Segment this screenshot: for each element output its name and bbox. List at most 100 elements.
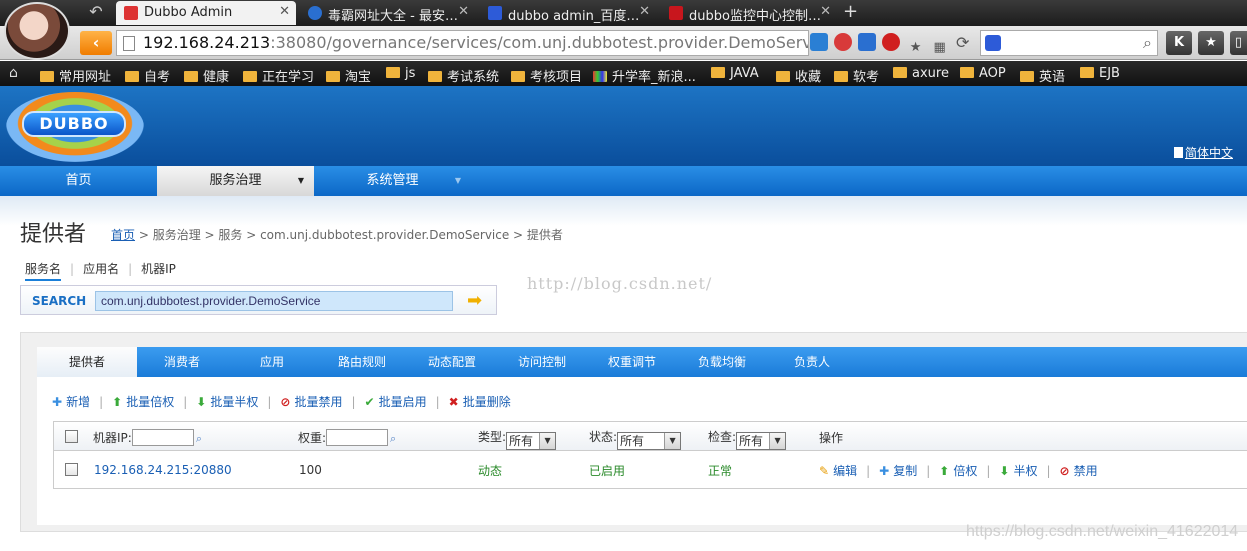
bookmark-item[interactable]: 自考 xyxy=(125,66,170,85)
folder-icon xyxy=(184,71,198,82)
disable-button[interactable]: ⊘ 禁用 xyxy=(1060,464,1098,478)
table-header: 机器IP: ⌕ 权重: ⌕ 类型: 所有 ▼ 状态: 所有 ▼ 检查: 所有 ▼ 操作 xyxy=(54,422,1247,451)
arrow-right-icon[interactable]: ➡ xyxy=(467,290,482,311)
history-back-icon[interactable]: ↶ xyxy=(84,2,108,22)
type-select[interactable]: 所有 ▼ xyxy=(506,432,557,450)
select-all-checkbox[interactable] xyxy=(65,430,78,443)
close-tab-icon[interactable]: ✕ xyxy=(458,4,469,19)
address-toolbar: ‹ 192.168.24.213:38080/governance/servic… xyxy=(0,26,1247,60)
tab-dubbo-monitor[interactable]: dubbo监控中心控制… ✕ xyxy=(661,1,837,25)
bookmark-item[interactable]: EJB xyxy=(1080,66,1120,81)
qr-icon[interactable]: ▦ xyxy=(931,39,949,57)
search-tab-ip[interactable]: 机器IP xyxy=(141,260,176,277)
user-avatar[interactable] xyxy=(4,2,70,60)
bookmark-item[interactable]: 英语 xyxy=(1020,66,1065,85)
search-input[interactable]: com.unj.dubbotest.provider.DemoService xyxy=(95,291,453,311)
search-icon[interactable]: ⌕ xyxy=(1143,33,1152,53)
bookmark-item[interactable]: 淘宝 xyxy=(326,66,371,85)
tab-owners[interactable]: 负责人 xyxy=(767,347,857,377)
status-select[interactable]: 所有 ▼ xyxy=(617,432,682,450)
tab-baidu[interactable]: dubbo admin_百度… ✕ xyxy=(480,1,656,25)
folder-icon xyxy=(40,71,54,82)
tab-routes[interactable]: 路由规则 xyxy=(317,347,407,377)
bookmark-item[interactable]: 常用网址 xyxy=(40,66,111,85)
bookmark-item[interactable]: 升学率_新浪... xyxy=(593,66,696,85)
bookmark-item[interactable]: JAVA xyxy=(711,66,759,81)
extension-icon[interactable] xyxy=(810,33,828,51)
language-link[interactable]: 简体中文 xyxy=(1173,144,1233,161)
browser-search-input[interactable]: ⌕ xyxy=(980,30,1158,56)
folder-icon xyxy=(386,67,400,78)
search-tab-application[interactable]: 应用名 xyxy=(83,260,119,277)
tab-weights[interactable]: 权重调节 xyxy=(587,347,677,377)
bookmark-item[interactable]: 收藏 xyxy=(776,66,821,85)
arrow-up-icon: ⬆ xyxy=(112,395,123,409)
bookmark-item[interactable]: 正在学习 xyxy=(243,66,314,85)
check-select[interactable]: 所有 ▼ xyxy=(736,432,787,450)
folder-icon xyxy=(326,71,340,82)
back-button[interactable]: ‹ xyxy=(80,31,112,55)
tab-applications[interactable]: 应用 xyxy=(227,347,317,377)
favorites-star-icon[interactable]: ★ xyxy=(1198,31,1224,55)
arrow-down-icon: ⬇ xyxy=(999,464,1010,478)
breadcrumb: 首页 > 服务治理 > 服务 > com.unj.dubbotest.provi… xyxy=(111,228,563,242)
close-tab-icon[interactable]: ✕ xyxy=(639,4,650,19)
duba-favicon-icon xyxy=(308,6,322,20)
half-weight-button[interactable]: ⬇ 半权 xyxy=(999,464,1037,478)
refresh-icon[interactable]: ⟳ xyxy=(956,33,969,52)
breadcrumb-home-link[interactable]: 首页 xyxy=(111,228,135,242)
menu-service-governance[interactable]: 服务治理 ▼ xyxy=(157,166,314,196)
k-button[interactable]: K xyxy=(1166,31,1192,55)
copy-button[interactable]: ✚ 复制 xyxy=(879,464,917,478)
bookmark-item[interactable]: 软考 xyxy=(834,66,879,85)
search-tab-service[interactable]: 服务名 xyxy=(25,260,62,281)
weight-filter-input[interactable] xyxy=(326,429,389,446)
bookmark-item[interactable]: AOP xyxy=(960,66,1006,81)
arrow-up-icon: ⬆ xyxy=(939,464,950,478)
star-icon[interactable]: ★ xyxy=(907,39,925,57)
tab-consumers[interactable]: 消费者 xyxy=(137,347,227,377)
new-tab-icon[interactable]: + xyxy=(843,1,858,22)
menu-system-management[interactable]: 系统管理 ▼ xyxy=(314,166,471,196)
batch-disable-button[interactable]: ⊘ 批量禁用 xyxy=(280,393,342,410)
bookmark-item[interactable]: axure xyxy=(893,66,949,81)
menu-home[interactable]: 首页 xyxy=(0,166,157,196)
batch-double-button[interactable]: ⬆ 批量倍权 xyxy=(112,393,174,410)
tab-providers[interactable]: 提供者 xyxy=(37,347,137,377)
double-weight-button[interactable]: ⬆ 倍权 xyxy=(939,464,977,478)
browser-tab-bar: ↶ Dubbo Admin ✕ 毒霸网址大全 - 最安… ✕ dubbo adm… xyxy=(0,0,1247,26)
bookmark-item[interactable]: 健康 xyxy=(184,66,229,85)
folder-icon xyxy=(1020,71,1034,82)
tab-loadbalance[interactable]: 负载均衡 xyxy=(677,347,767,377)
bookmark-item[interactable]: js xyxy=(386,66,415,81)
home-icon[interactable]: ⌂ xyxy=(9,65,18,81)
weibo-icon[interactable] xyxy=(834,33,853,51)
dropdown-arrow-icon: ▼ xyxy=(769,433,786,449)
batch-half-button[interactable]: ⬇ 批量半权 xyxy=(196,393,258,410)
type-filter: 类型: 所有 ▼ xyxy=(478,428,557,450)
ip-filter-input[interactable] xyxy=(131,429,194,446)
close-tab-icon[interactable]: ✕ xyxy=(279,4,290,19)
weight-value: 100 xyxy=(299,463,322,477)
search-icon[interactable]: ⌕ xyxy=(390,432,396,445)
provider-address-link[interactable]: 192.168.24.215:20880 xyxy=(94,463,232,477)
batch-enable-button[interactable]: ✔ 批量启用 xyxy=(365,393,427,410)
shield-icon[interactable] xyxy=(858,33,877,51)
folder-icon xyxy=(711,67,725,78)
menu-icon[interactable]: ▯ xyxy=(1230,31,1247,55)
edit-button[interactable]: ✎ 编辑 xyxy=(819,464,857,478)
batch-delete-button[interactable]: ✖ 批量删除 xyxy=(449,393,511,410)
tab-access[interactable]: 访问控制 xyxy=(497,347,587,377)
tab-overrides[interactable]: 动态配置 xyxy=(407,347,497,377)
close-tab-icon[interactable]: ✕ xyxy=(820,4,831,19)
add-button[interactable]: ✚ 新增 xyxy=(52,393,90,410)
block-icon[interactable] xyxy=(882,33,901,51)
tab-dubbo-admin[interactable]: Dubbo Admin ✕ xyxy=(116,1,296,25)
bookmark-item[interactable]: 考核项目 xyxy=(511,66,582,85)
url-input[interactable]: 192.168.24.213:38080/governance/services… xyxy=(116,30,809,56)
forbidden-icon: ⊘ xyxy=(1059,464,1070,478)
search-icon[interactable]: ⌕ xyxy=(196,432,202,445)
bookmark-item[interactable]: 考试系统 xyxy=(428,66,499,85)
row-checkbox[interactable] xyxy=(65,463,78,476)
tab-duba[interactable]: 毒霸网址大全 - 最安… ✕ xyxy=(300,1,475,25)
